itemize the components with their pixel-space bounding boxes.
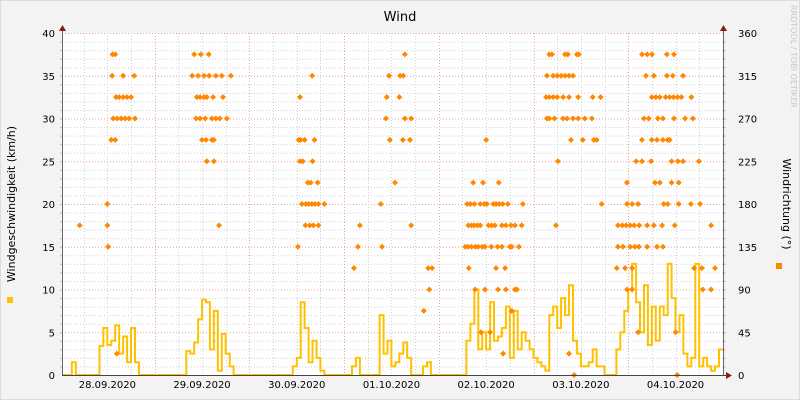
y2-tick-label: 45 [738, 328, 751, 339]
y-tick-label: 15 [42, 243, 55, 254]
x-tick-label: 29.09.2020 [173, 380, 230, 391]
y-tick-label: 5 [49, 328, 55, 339]
y2-tick-label: 225 [738, 157, 757, 168]
x-tick-label: 30.09.2020 [268, 380, 325, 391]
legend-speed-swatch [7, 297, 13, 303]
rrdtool-watermark: RRDTOOL / TOBI OETIKER [789, 5, 798, 108]
y-tick-label: 40 [42, 29, 55, 40]
x-tick-label: 28.09.2020 [79, 380, 136, 391]
y-tick-label: 30 [42, 115, 55, 126]
chart-title: Wind [384, 10, 417, 25]
y2-tick-label: 135 [738, 243, 757, 254]
wind-chart: 0 5 10 15 20 25 30 35 40 0 45 90 135 180 225 270 315 360 2… [0, 0, 800, 400]
x-tick-label: 04.10.2020 [647, 380, 704, 391]
y-tick-label: 10 [42, 286, 55, 297]
y2-tick-label: 315 [738, 72, 757, 83]
x-tick-label: 02.10.2020 [458, 380, 515, 391]
y-tick-label: 35 [42, 72, 55, 83]
y-axis-label: Windgeschwindigkeit (km/h) [5, 126, 18, 282]
x-tick-label: 03.10.2020 [552, 380, 609, 391]
y2-tick-label: 360 [738, 29, 757, 40]
legend-direction-swatch [776, 263, 782, 269]
y-tick-label: 20 [42, 200, 55, 211]
y2-tick-label: 90 [738, 286, 751, 297]
y2-axis-label: Windrichtung (°) [780, 158, 793, 249]
y2-tick-label: 270 [738, 115, 757, 126]
y-tick-label: 25 [42, 157, 55, 168]
y2-tick-label: 0 [738, 371, 744, 382]
y-tick-label: 0 [49, 371, 55, 382]
y2-tick-label: 180 [738, 200, 757, 211]
x-tick-label: 01.10.2020 [363, 380, 420, 391]
